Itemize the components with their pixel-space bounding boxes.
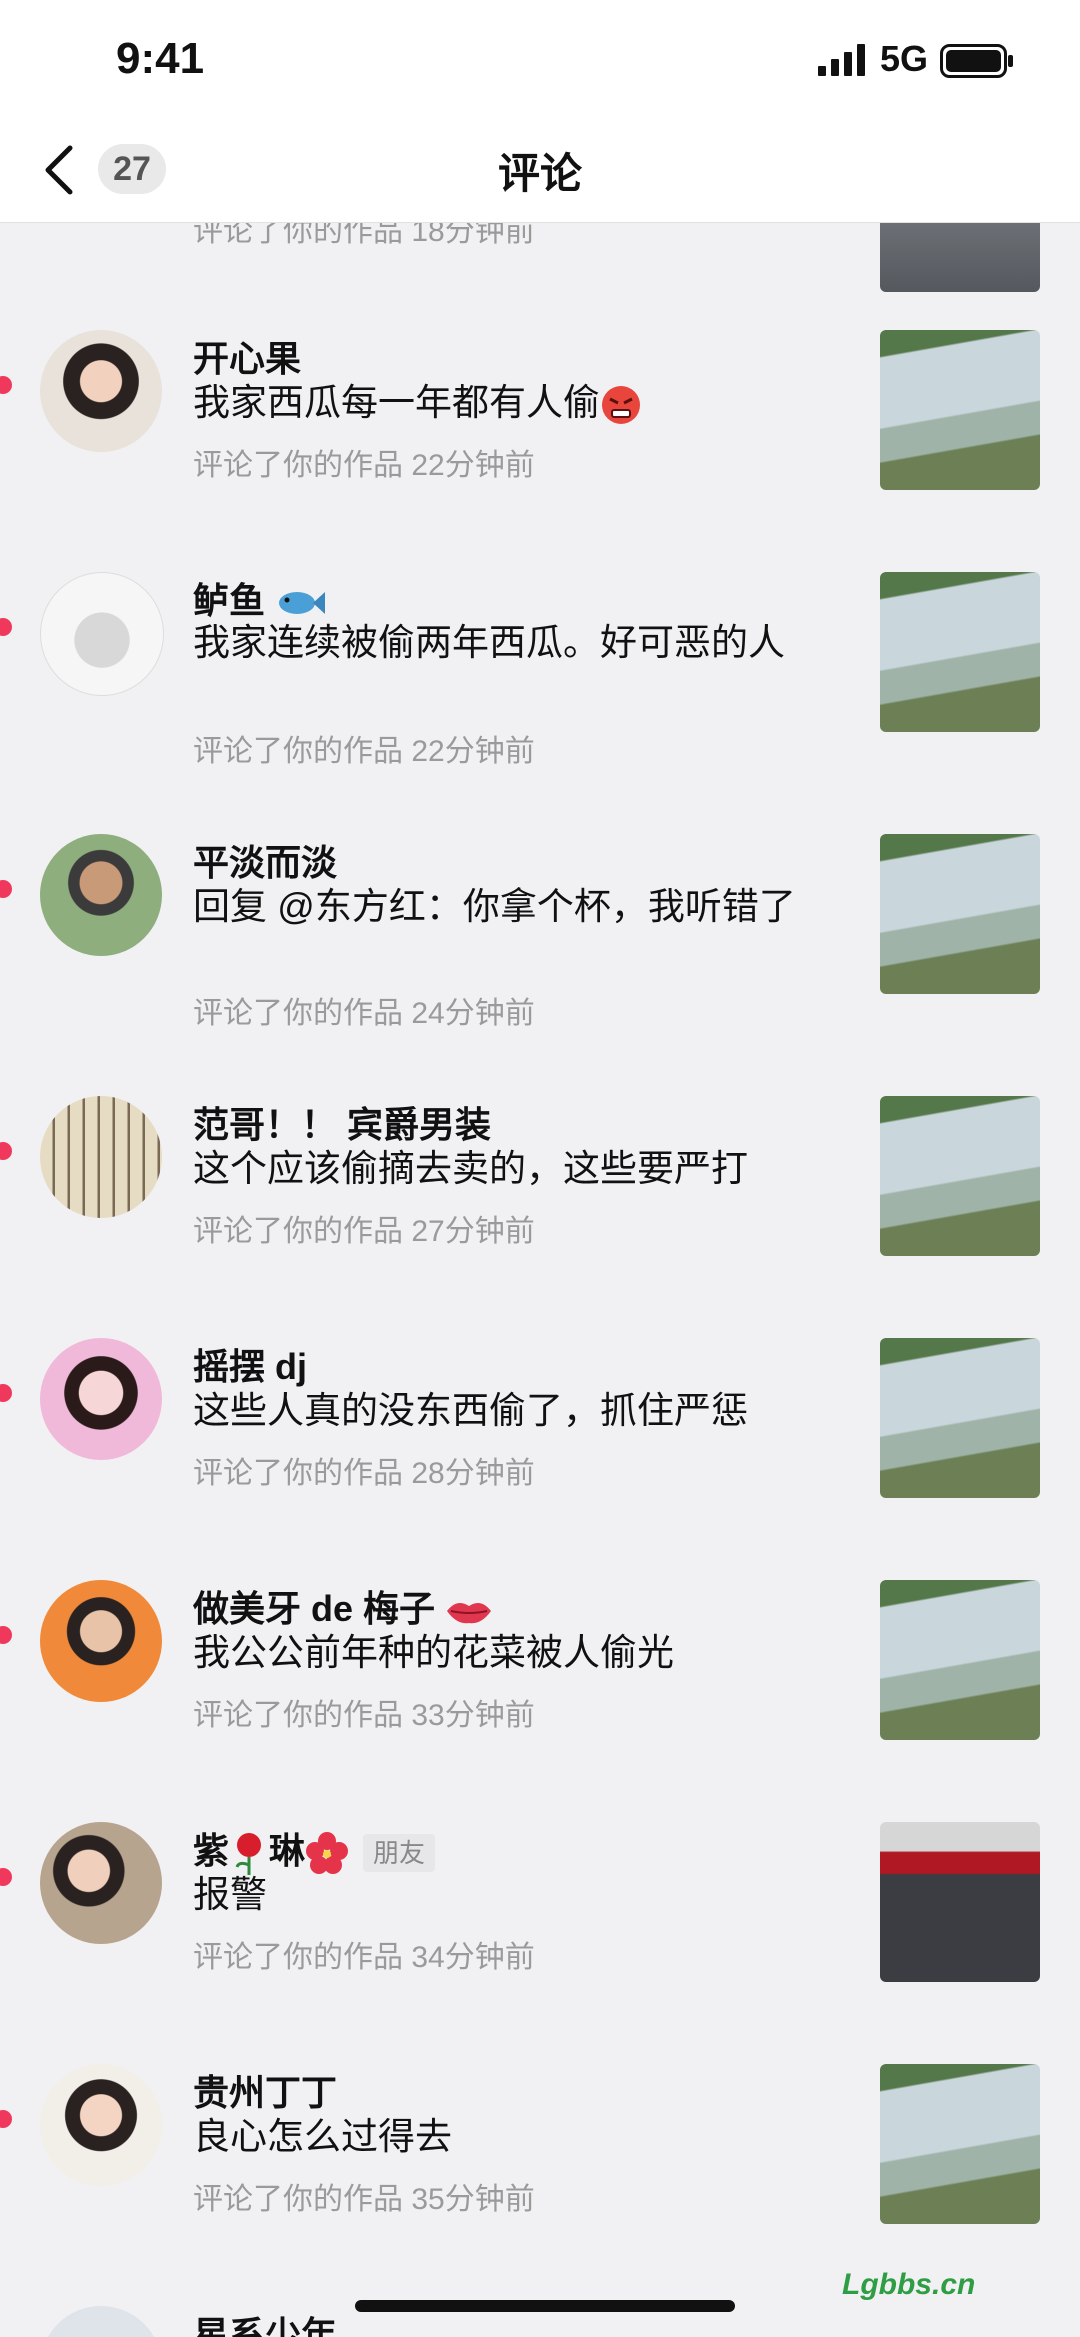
avatar[interactable] [40, 1338, 162, 1460]
comment-meta: 评论了你的作品 34分钟前 [193, 1941, 535, 1974]
video-thumbnail[interactable] [880, 1580, 1040, 1740]
comment-text-content: 我家西瓜每一年都有人偷 [193, 382, 600, 423]
comment-meta: 评论了你的作品 33分钟前 [193, 1699, 535, 1732]
unread-dot [0, 880, 12, 898]
comment-meta: 评论了你的作品 27分钟前 [193, 1215, 535, 1248]
lips-icon [447, 1603, 492, 1624]
video-thumbnail[interactable] [880, 572, 1040, 732]
signal-icon [818, 44, 865, 76]
video-thumbnail[interactable] [880, 222, 1040, 292]
fish-icon [279, 592, 326, 615]
comment-text: 我公公前年种的花菜被人偷光 [193, 1632, 674, 1673]
commenter-name[interactable]: 做美牙 de 梅子 [193, 1580, 493, 1632]
comment-list: 评论了你的作品 18分钟前 开心果 我家西瓜每一年都有人偷 评论了你的作品 22… [0, 222, 1080, 2337]
comment-text: 这些人真的没东西偷了，抓住严惩 [193, 1390, 748, 1431]
commenter-name-text: 琳 [269, 1830, 306, 1871]
commenter-name[interactable]: 开心果 [193, 330, 301, 382]
commenter-name[interactable]: 范哥！！ 宾爵男装 [193, 1096, 491, 1148]
commenter-name[interactable]: 平淡而淡 [193, 834, 337, 886]
avatar[interactable] [40, 2306, 162, 2337]
comment-meta: 评论了你的作品 18分钟前 [193, 222, 535, 248]
comment-text: 报警 [193, 1874, 267, 1915]
friend-tag: 朋友 [363, 1834, 436, 1873]
avatar[interactable] [40, 2064, 162, 2186]
video-thumbnail[interactable] [880, 1096, 1040, 1256]
commenter-name[interactable]: 星系少年 [193, 2306, 337, 2337]
comment-text: 我家西瓜每一年都有人偷 [193, 380, 803, 426]
status-bar: 9:41 5G [0, 0, 1080, 120]
rose-icon [235, 1833, 262, 1876]
watermark: Lgbbs.cn [842, 2268, 976, 2301]
page-title: 评论 [497, 150, 582, 197]
commenter-name[interactable]: 贵州丁丁 [193, 2064, 337, 2116]
video-thumbnail[interactable] [880, 834, 1040, 994]
avatar[interactable] [40, 1580, 162, 1702]
unread-dot [0, 1868, 12, 1886]
unread-dot [0, 1384, 12, 1402]
comment-meta: 评论了你的作品 24分钟前 [193, 997, 535, 1030]
commenter-name-text: 鲈鱼 [193, 580, 266, 621]
avatar[interactable] [40, 572, 164, 696]
status-time: 9:41 [116, 34, 205, 83]
unread-dot [0, 1142, 12, 1160]
home-indicator[interactable] [355, 2300, 735, 2312]
comment-text: 回复 @东方红：你拿个杯，我听错了 [193, 886, 796, 927]
comment-meta: 评论了你的作品 35分钟前 [193, 2183, 535, 2216]
avatar[interactable] [40, 330, 162, 452]
commenter-name[interactable]: 紫琳 朋友 [193, 1822, 436, 1876]
comment-meta: 评论了你的作品 22分钟前 [193, 449, 535, 482]
commenter-name[interactable]: 摇摆 dj [193, 1338, 307, 1390]
commenter-name-text: 做美牙 de 梅子 [193, 1588, 436, 1629]
avatar[interactable] [40, 834, 162, 956]
battery-icon [940, 44, 1013, 78]
avatar[interactable] [40, 1822, 162, 1944]
video-thumbnail[interactable] [880, 1822, 1040, 1982]
unread-dot [0, 376, 12, 394]
commenter-name-text: 紫 [193, 1830, 230, 1871]
video-thumbnail[interactable] [880, 1338, 1040, 1498]
network-type: 5G [880, 38, 929, 79]
unread-dot [0, 1626, 12, 1644]
comment-text: 这个应该偷摘去卖的，这些要严打 [193, 1148, 748, 1189]
video-thumbnail[interactable] [880, 330, 1040, 490]
comment-text: 良心怎么过得去 [193, 2116, 452, 2157]
comment-meta: 评论了你的作品 28分钟前 [193, 1457, 535, 1490]
unread-dot [0, 2110, 12, 2128]
comment-text: 我家连续被偷两年西瓜。好可恶的人 [193, 622, 785, 663]
hibiscus-icon [306, 1832, 349, 1875]
commenter-name[interactable]: 鲈鱼 [193, 572, 326, 624]
angry-face-icon [602, 386, 640, 425]
video-thumbnail[interactable] [880, 2064, 1040, 2224]
header: 27 评论 [0, 120, 1080, 223]
avatar[interactable] [40, 1096, 162, 1218]
unread-dot [0, 618, 12, 636]
comment-meta: 评论了你的作品 22分钟前 [193, 735, 535, 768]
